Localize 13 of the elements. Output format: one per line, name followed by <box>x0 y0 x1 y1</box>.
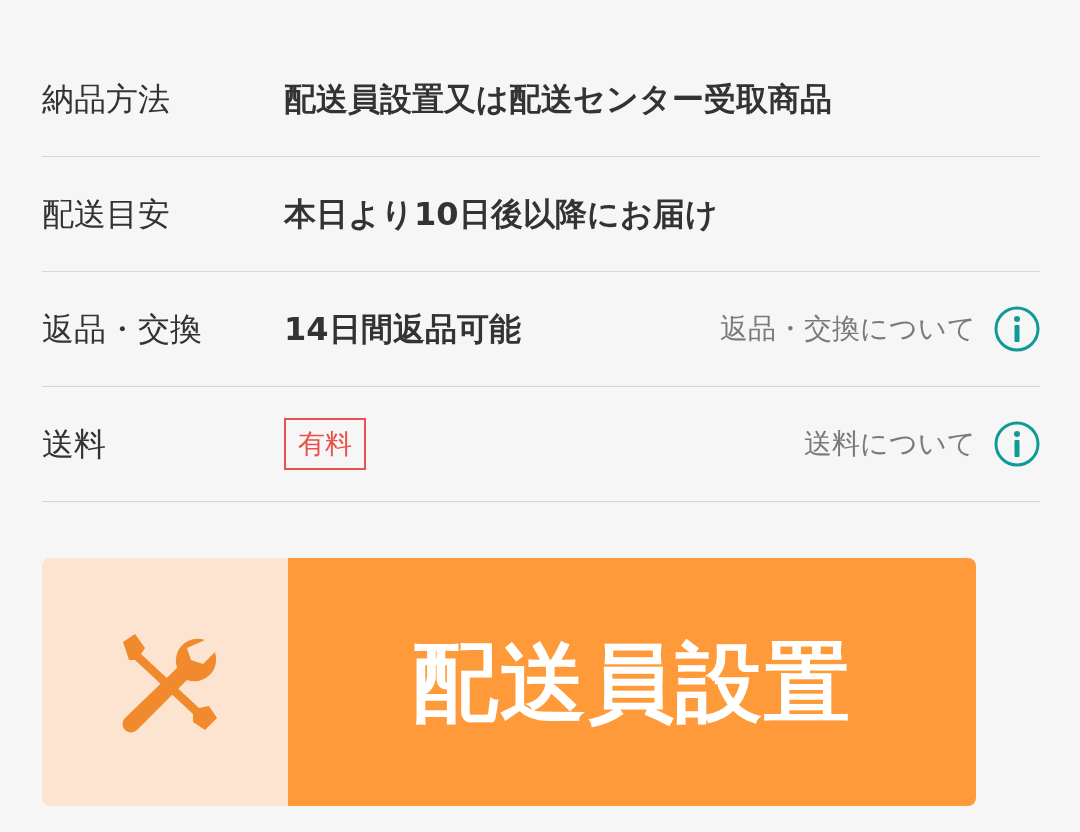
fee-badge: 有料 <box>284 418 366 470</box>
info-icon[interactable] <box>994 421 1040 467</box>
banner-title: 配送員設置 <box>412 630 852 734</box>
row-label: 納品方法 <box>42 79 171 120</box>
row-label: 送料 <box>42 424 107 465</box>
info-link[interactable]: 送料について <box>804 423 976 465</box>
info-icon[interactable] <box>994 306 1040 352</box>
row-value: 配送員設置又は配送センター受取商品 <box>284 79 832 120</box>
row-label: 配送目安 <box>42 194 171 235</box>
row-label: 返品・交換 <box>42 309 203 350</box>
row-value: 本日より10日後以降にお届け <box>284 194 718 235</box>
row-value: 14日間返品可能 <box>284 309 521 350</box>
info-link[interactable]: 返品・交換について <box>720 308 976 350</box>
